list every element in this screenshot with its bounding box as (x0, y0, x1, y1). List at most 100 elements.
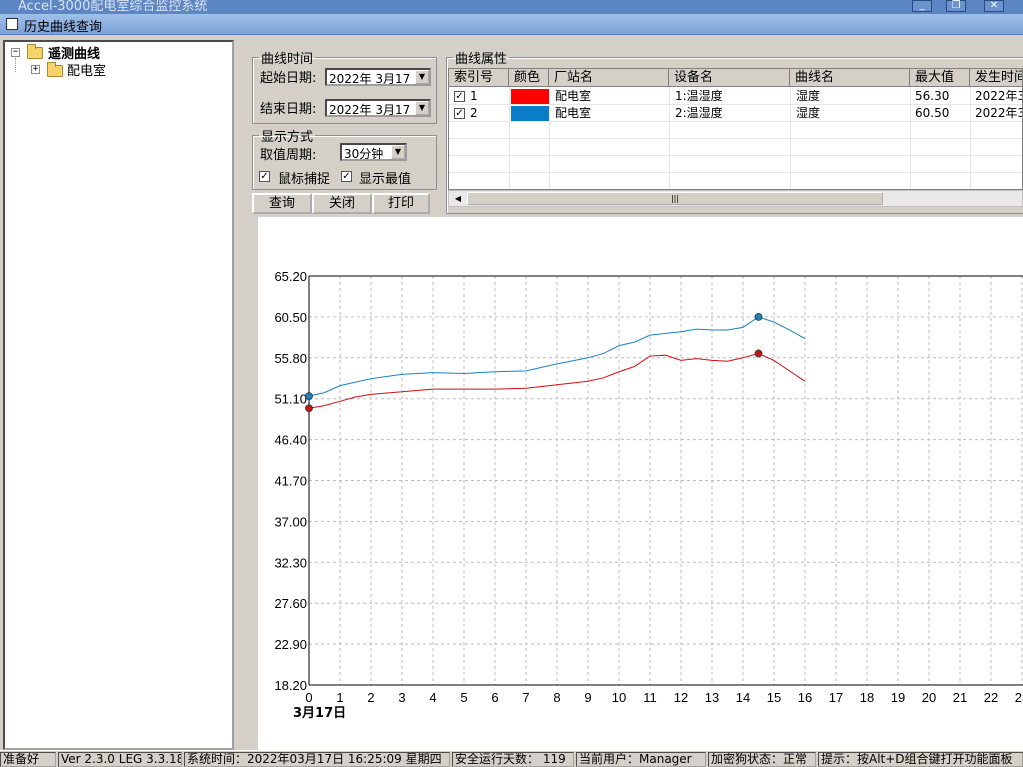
dropdown-arrow-icon[interactable]: ▼ (415, 70, 429, 84)
scroll-left-arrow-icon[interactable]: ◀ (451, 192, 465, 205)
x-tick-label: 3 (398, 690, 405, 705)
row-1-color-swatch[interactable] (511, 89, 549, 104)
tree-connector (15, 58, 16, 72)
row-1-index: 1 (470, 89, 478, 103)
show-max-label: 显示最值 (359, 172, 412, 187)
curve-tree: − 遥测曲线 + 配电室 (3, 40, 234, 750)
x-tick-label: 11 (643, 690, 657, 705)
x-tick-label: 7 (522, 690, 529, 705)
x-tick-label: 19 (891, 690, 905, 705)
column-header[interactable]: 厂站名 (549, 69, 669, 87)
status-version: Ver 2.3.0 LEG 3.3.18 (58, 752, 182, 767)
row-1-curve: 湿度 (796, 89, 821, 103)
chart-area: 65.20 60.50 55.80 51.10 46.40 41.70 37.00 32.30… (258, 217, 1023, 750)
status-hint: 提示：按Alt+D组合键打开功能面板 (818, 752, 1023, 767)
tree-item-station[interactable]: 配电室 (67, 60, 106, 79)
window-icon (6, 18, 18, 30)
series-1-max-marker (754, 349, 763, 358)
folder-icon (47, 62, 63, 77)
history-curve-chart[interactable]: 65.20 60.50 55.80 51.10 46.40 41.70 37.00 32.30… (258, 217, 1023, 750)
window-title: 历史曲线查询 (24, 20, 103, 35)
x-tick-label: 23 (1015, 690, 1023, 705)
minimize-button[interactable]: _ (912, 0, 932, 12)
status-dongle: 加密狗状态：正常 (708, 752, 816, 767)
x-tick-label: 8 (553, 690, 560, 705)
column-header[interactable]: 索引号 (449, 69, 509, 87)
end-date-label: 结束日期: (260, 102, 317, 117)
series-1-min-marker (305, 404, 313, 413)
y-tick-label: 27.60 (274, 596, 307, 611)
y-tick-label: 18.20 (274, 678, 307, 693)
x-tick-label: 6 (491, 690, 498, 705)
x-tick-label: 22 (984, 690, 998, 705)
x-tick-label: 4 (429, 690, 436, 705)
status-bar: 准备好 Ver 2.3.0 LEG 3.3.18 系统时间：2022年03月17… (0, 750, 1023, 767)
window-title-bar: 历史曲线查询 (0, 14, 1023, 35)
scrollbar-thumb[interactable]: ||| (467, 192, 883, 205)
row-1-device: 1:温湿度 (675, 89, 723, 103)
show-max-checkbox[interactable]: ✓ (341, 171, 352, 182)
period-select[interactable]: 30分钟 ▼ (340, 143, 407, 161)
tree-expand-toggle[interactable]: + (31, 65, 40, 74)
row-2-color-swatch[interactable] (511, 106, 549, 121)
grid-line (449, 138, 1022, 139)
row-2-curve: 湿度 (796, 106, 821, 120)
y-tick-label: 46.40 (274, 433, 307, 448)
x-tick-label: 2 (367, 690, 374, 705)
table-horizontal-scrollbar[interactable]: ◀ ||| (448, 190, 1023, 207)
y-tick-label: 60.50 (274, 310, 307, 325)
row-1-station: 配电室 (555, 89, 592, 103)
y-tick-label: 22.90 (274, 637, 307, 652)
grid-line (449, 172, 1022, 173)
row-1-checkbox[interactable]: ✓ (454, 91, 465, 102)
status-weekday: 星期四 (401, 752, 442, 766)
x-tick-label: 12 (674, 690, 688, 705)
series-2-max-marker (754, 313, 763, 321)
print-button[interactable]: 打印 (372, 193, 430, 214)
display-group-legend: 显示方式 (261, 130, 314, 145)
x-tick-label: 5 (460, 690, 467, 705)
y-tick-label: 51.10 (274, 392, 307, 407)
close-button[interactable]: 关闭 (312, 193, 372, 214)
x-tick-label: 1 (336, 690, 343, 705)
dropdown-arrow-icon[interactable]: ▼ (415, 101, 429, 115)
dropdown-arrow-icon[interactable]: ▼ (391, 145, 405, 159)
row-2-index: 2 (470, 106, 478, 120)
query-button[interactable]: 查询 (252, 193, 312, 214)
row-2-device: 2:温湿度 (675, 106, 723, 120)
x-tick-label: 10 (612, 690, 626, 705)
start-date-value: 2022年 3月17 (329, 72, 411, 86)
row-2-checkbox[interactable]: ✓ (454, 108, 465, 119)
column-header[interactable]: 设备名 (669, 69, 790, 87)
column-header[interactable]: 发生时间 (970, 69, 1022, 87)
properties-legend: 曲线属性 (455, 52, 508, 67)
x-tick-label: 0 (305, 690, 312, 705)
start-date-picker[interactable]: 2022年 3月17 ▼ (325, 68, 431, 86)
capture-checkbox[interactable]: ✓ (259, 171, 270, 182)
column-header[interactable]: 曲线名 (790, 69, 910, 87)
x-tick-label: 14 (736, 690, 750, 705)
end-date-value: 2022年 3月17 (329, 103, 411, 117)
x-tick-label: 18 (860, 690, 874, 705)
grid-line (449, 155, 1022, 156)
close-window-button[interactable]: ✕ (984, 0, 1004, 12)
restore-button[interactable]: ❐ (946, 0, 966, 12)
column-header[interactable]: 最大值 (910, 69, 970, 87)
time-group-legend: 曲线时间 (261, 52, 314, 67)
end-date-picker[interactable]: 2022年 3月17 ▼ (325, 99, 431, 117)
x-tick-label: 21 (953, 690, 967, 705)
x-tick-label: 13 (705, 690, 719, 705)
period-value: 30分钟 (344, 147, 384, 161)
y-tick-label: 65.20 (274, 269, 307, 284)
x-date-label: 3月17日 (293, 706, 346, 721)
x-tick-label: 16 (798, 690, 812, 705)
app-title-bar: Accel-3000配电室综合监控系统 _ ❐ ✕ (0, 0, 1023, 14)
capture-label: 鼠标捕捉 (278, 172, 331, 187)
tree-collapse-toggle[interactable]: − (11, 48, 20, 57)
status-safe-days: 安全运行天数： 119 (452, 752, 574, 767)
row-2-max: 60.50 (915, 106, 950, 120)
status-ready: 准备好 (0, 752, 56, 767)
column-header[interactable]: 颜色 (509, 69, 549, 87)
curve-properties-table[interactable]: 索引号 颜色 厂站名 设备名 曲线名 最大值 发生时间 ✓ 1 配电室 1:温湿… (448, 68, 1023, 190)
x-tick-label: 20 (922, 690, 936, 705)
